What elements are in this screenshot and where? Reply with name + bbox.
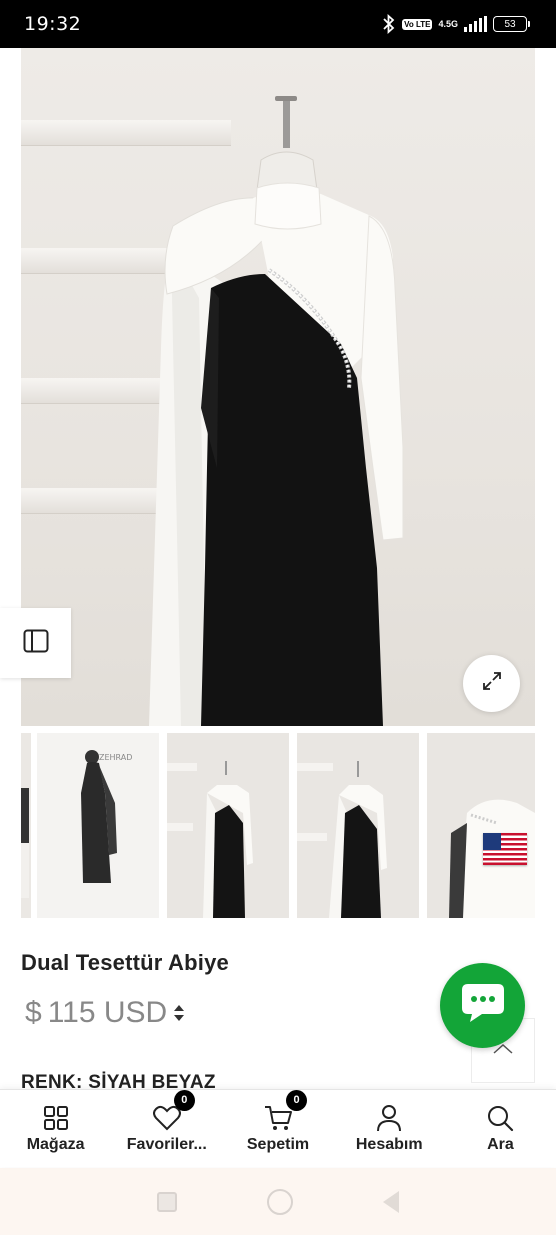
- dress-illustration: [149, 96, 404, 726]
- currency-symbol: $: [25, 996, 42, 1029]
- back-button[interactable]: [383, 1190, 399, 1213]
- thumbnail-image[interactable]: ZEHRAD: [37, 733, 159, 918]
- chat-button[interactable]: [440, 963, 525, 1048]
- favorites-badge: 0: [173, 1089, 195, 1111]
- thumbnail-strip: ZEHRAD: [21, 733, 535, 918]
- nav-label: Ara: [487, 1135, 514, 1153]
- sidebar-panel-icon: [23, 629, 49, 658]
- sidebar-toggle-button[interactable]: [0, 608, 71, 678]
- bluetooth-icon: [382, 14, 396, 34]
- thumbnail-image[interactable]: [167, 733, 289, 918]
- status-icons: Vo LTE 4.5G 53: [382, 14, 530, 34]
- currency-selector-icon[interactable]: [173, 1004, 185, 1022]
- heart-icon: 0: [152, 1089, 195, 1132]
- home-button[interactable]: [267, 1188, 293, 1215]
- status-bar: 19:32 Vo LTE 4.5G 53: [0, 0, 556, 48]
- expand-icon: [482, 671, 502, 696]
- battery-icon: 53: [493, 16, 530, 32]
- product-main-image[interactable]: [21, 48, 535, 726]
- screen: 19:32 Vo LTE 4.5G 53 ZEHRAD Dual Tesettü…: [0, 0, 556, 1235]
- user-icon: [376, 1104, 402, 1132]
- network-type: 4.5G: [438, 18, 458, 29]
- chat-bubble-icon: [460, 982, 506, 1029]
- thumbnail-image[interactable]: [297, 733, 419, 918]
- nav-label: Hesabım: [355, 1135, 423, 1153]
- nav-item-sepetim[interactable]: 0 Sepetim: [222, 1089, 333, 1167]
- bottom-nav: Mağaza 0 Favoriler... 0 Sepetim Hesabım: [0, 1089, 556, 1167]
- volte-icon: Vo LTE: [402, 18, 433, 30]
- cart-badge: 0: [286, 1089, 307, 1111]
- nav-item-magaza[interactable]: Mağaza: [0, 1090, 111, 1167]
- thumbnail-image[interactable]: [427, 733, 535, 918]
- status-time: 19:32: [24, 13, 82, 35]
- nav-label: Mağaza: [26, 1135, 85, 1153]
- price-row[interactable]: $ 115 USD: [25, 996, 185, 1030]
- nav-item-ara[interactable]: Ara: [445, 1090, 556, 1167]
- nav-item-favoriler[interactable]: 0 Favoriler...: [111, 1089, 222, 1167]
- search-icon: [486, 1104, 514, 1132]
- nav-label: Favoriler...: [126, 1135, 207, 1153]
- nav-item-hesabim[interactable]: Hesabım: [334, 1090, 445, 1167]
- battery-level: 53: [504, 18, 516, 30]
- nav-label: Sepetim: [246, 1135, 310, 1153]
- thumbnail-watermark: ZEHRAD: [99, 753, 132, 762]
- product-price: 115 USD: [47, 996, 168, 1029]
- signal-icon: [464, 16, 487, 32]
- thumbnail-partial[interactable]: [21, 733, 31, 918]
- zoom-button[interactable]: [463, 655, 520, 712]
- recent-apps-button[interactable]: [157, 1191, 177, 1212]
- us-flag-icon[interactable]: [483, 833, 527, 865]
- cart-icon: 0: [263, 1089, 307, 1132]
- grid-icon: [43, 1104, 69, 1132]
- product-title: Dual Tesettür Abiye: [21, 950, 229, 975]
- system-nav-bar: [0, 1168, 556, 1235]
